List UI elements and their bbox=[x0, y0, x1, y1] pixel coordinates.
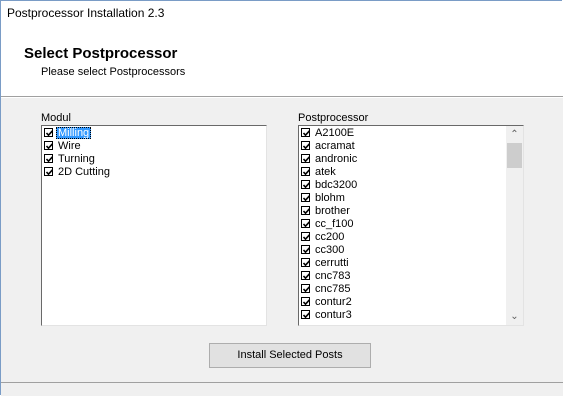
checkmark-icon bbox=[302, 182, 311, 189]
checkbox[interactable] bbox=[44, 167, 54, 176]
checkmark-icon bbox=[302, 208, 311, 215]
checkmark-icon bbox=[45, 130, 54, 137]
checkbox[interactable] bbox=[301, 206, 311, 215]
modul-item[interactable]: Wire bbox=[43, 140, 265, 152]
modul-item-label: Milling bbox=[56, 127, 92, 139]
postprocessor-item[interactable]: A2100E bbox=[300, 127, 505, 139]
postprocessor-item[interactable]: brother bbox=[300, 205, 505, 217]
postprocessor-label: Postprocessor bbox=[298, 112, 369, 124]
postprocessor-item[interactable]: cc300 bbox=[300, 244, 505, 256]
postprocessor-item-label: A2100E bbox=[315, 127, 355, 139]
checkmark-icon bbox=[302, 169, 311, 176]
wizard-header: Select Postprocessor Please select Postp… bbox=[1, 26, 563, 96]
window-title: Postprocessor Installation 2.3 bbox=[1, 1, 563, 26]
checkbox[interactable] bbox=[301, 310, 311, 319]
postprocessor-item[interactable]: cerrutti bbox=[300, 257, 505, 269]
checkbox[interactable] bbox=[301, 193, 311, 202]
checkbox[interactable] bbox=[301, 284, 311, 293]
postprocessor-item-label: acramat bbox=[315, 140, 355, 152]
postprocessor-item-label: cc300 bbox=[315, 244, 345, 256]
checkbox[interactable] bbox=[44, 141, 54, 150]
postprocessor-item-label: cc200 bbox=[315, 231, 345, 243]
checkmark-icon bbox=[302, 260, 311, 267]
postprocessor-scrollbar[interactable]: ⌃ ⌄ bbox=[506, 126, 523, 325]
checkmark-icon bbox=[45, 143, 54, 150]
checkmark-icon bbox=[302, 130, 311, 137]
scroll-down-arrow-icon[interactable]: ⌄ bbox=[506, 308, 523, 325]
postprocessor-item[interactable]: acramat bbox=[300, 140, 505, 152]
checkmark-icon bbox=[302, 156, 311, 163]
checkbox[interactable] bbox=[301, 180, 311, 189]
postprocessor-item-label: blohm bbox=[315, 192, 345, 204]
checkbox[interactable] bbox=[301, 232, 311, 241]
postprocessor-item[interactable]: bdc3200 bbox=[300, 179, 505, 191]
checkmark-icon bbox=[302, 247, 311, 254]
postprocessor-item-label: cc_f100 bbox=[315, 218, 354, 230]
scroll-up-arrow-icon[interactable]: ⌃ bbox=[506, 126, 523, 143]
modul-listbox[interactable]: Milling Wire Turning 2D Cutting bbox=[41, 125, 267, 326]
postprocessor-item[interactable]: cnc783 bbox=[300, 270, 505, 282]
checkbox[interactable] bbox=[301, 271, 311, 280]
checkbox[interactable] bbox=[44, 154, 54, 163]
checkbox[interactable] bbox=[301, 167, 311, 176]
checkmark-icon bbox=[302, 299, 311, 306]
modul-item[interactable]: Turning bbox=[43, 153, 265, 165]
postprocessor-item-label: cnc783 bbox=[315, 270, 351, 282]
checkmark-icon bbox=[302, 273, 311, 280]
postprocessor-item-label: cerrutti bbox=[315, 257, 349, 269]
modul-item-label: Wire bbox=[58, 140, 81, 152]
checkmark-icon bbox=[45, 169, 54, 176]
installer-window: Postprocessor Installation 2.3 Select Po… bbox=[0, 0, 563, 396]
footer-divider bbox=[1, 382, 563, 383]
modul-item[interactable]: 2D Cutting bbox=[43, 166, 265, 178]
postprocessor-item[interactable]: contur3 bbox=[300, 309, 505, 321]
postprocessor-item-label: brother bbox=[315, 205, 350, 217]
page-title: Select Postprocessor bbox=[24, 45, 178, 62]
postprocessor-item-label: andronic bbox=[315, 153, 358, 165]
checkmark-icon bbox=[302, 286, 311, 293]
postprocessor-item-label: contur2 bbox=[315, 296, 352, 308]
modul-item-label: Turning bbox=[58, 153, 95, 165]
checkbox[interactable] bbox=[44, 128, 54, 137]
modul-item-label: 2D Cutting bbox=[58, 166, 110, 178]
checkmark-icon bbox=[45, 156, 54, 163]
postprocessor-item-label: bdc3200 bbox=[315, 179, 358, 191]
checkmark-icon bbox=[302, 143, 311, 150]
scrollbar-thumb[interactable] bbox=[507, 143, 522, 168]
postprocessor-item[interactable]: contur2 bbox=[300, 296, 505, 308]
postprocessor-item[interactable]: cnc785 bbox=[300, 283, 505, 295]
postprocessor-item-label: atek bbox=[315, 166, 336, 178]
postprocessor-item[interactable]: cc_f100 bbox=[300, 218, 505, 230]
checkmark-icon bbox=[302, 195, 311, 202]
postprocessor-item-label: cnc785 bbox=[315, 283, 351, 295]
checkbox[interactable] bbox=[301, 154, 311, 163]
postprocessor-item[interactable]: andronic bbox=[300, 153, 505, 165]
checkmark-icon bbox=[302, 312, 311, 319]
checkbox[interactable] bbox=[301, 258, 311, 267]
checkbox[interactable] bbox=[301, 128, 311, 137]
modul-label: Modul bbox=[41, 112, 71, 124]
checkmark-icon bbox=[302, 234, 311, 241]
modul-item[interactable]: Milling bbox=[43, 127, 265, 139]
install-selected-posts-button[interactable]: Install Selected Posts bbox=[209, 343, 371, 368]
page-subtitle: Please select Postprocessors bbox=[41, 66, 186, 78]
postprocessor-listbox[interactable]: ⌃ ⌄ A2100E acramat andronic atek bdc3200 bloh… bbox=[298, 125, 524, 326]
checkbox[interactable] bbox=[301, 297, 311, 306]
checkbox[interactable] bbox=[301, 141, 311, 150]
postprocessor-item[interactable]: cc200 bbox=[300, 231, 505, 243]
postprocessor-item[interactable]: atek bbox=[300, 166, 505, 178]
wizard-body: Modul Milling Wire Turning 2D Cutting Postp… bbox=[1, 98, 563, 396]
postprocessor-item[interactable]: blohm bbox=[300, 192, 505, 204]
checkbox[interactable] bbox=[301, 245, 311, 254]
checkmark-icon bbox=[302, 221, 311, 228]
postprocessor-item-label: contur3 bbox=[315, 309, 352, 321]
checkbox[interactable] bbox=[301, 219, 311, 228]
